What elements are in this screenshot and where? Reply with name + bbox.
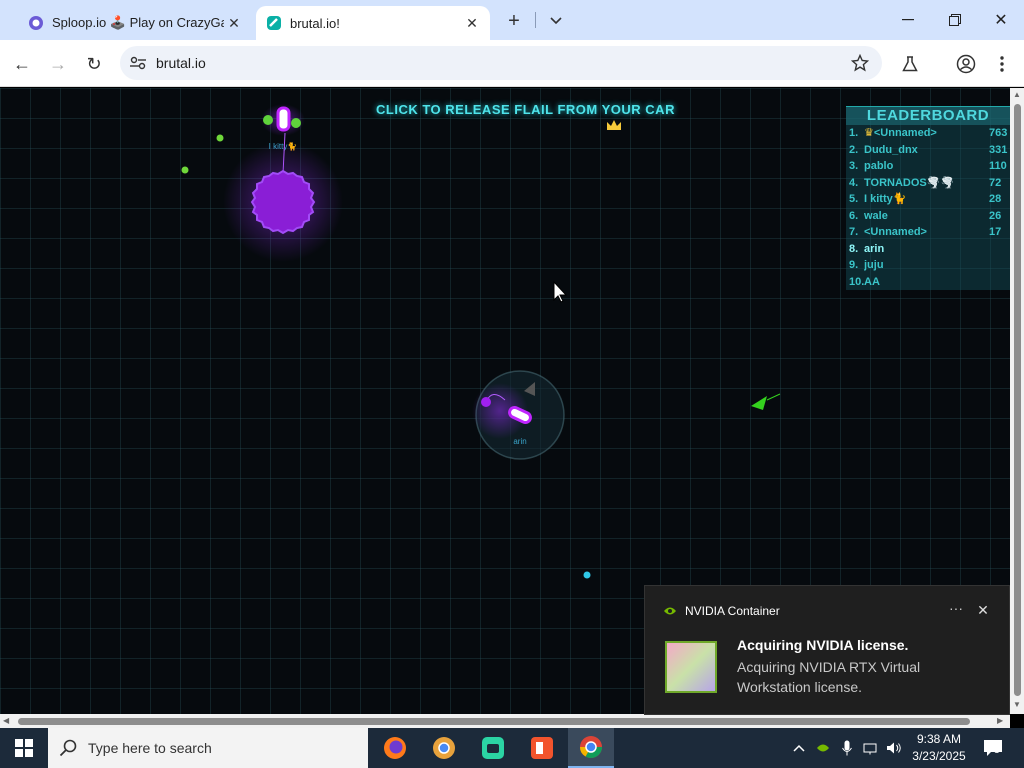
divider [535, 12, 536, 28]
enemy-flail [223, 142, 343, 262]
forward-arrow-icon[interactable]: → [44, 50, 72, 78]
nvidia-logo-icon [664, 607, 676, 615]
chrome-icon[interactable] [568, 728, 614, 768]
player-name-label: arin [513, 437, 526, 446]
vertical-scrollbar[interactable]: ▲ ▼ [1010, 88, 1024, 714]
leaderboard-row: 1. ♛<Unnamed> 763 [849, 127, 1008, 139]
leaderboard-row: 6. wale 26 [849, 209, 1002, 222]
volume-icon[interactable] [883, 728, 905, 768]
address-bar[interactable]: brutal.io [120, 46, 882, 80]
taskbar: Type here to search 9:38 AM 3/23/2025 3 [0, 728, 1024, 768]
reload-icon[interactable]: ↻ [80, 50, 108, 78]
chevron-up-icon[interactable] [788, 728, 810, 768]
food-dot [583, 571, 591, 579]
labs-flask-icon[interactable] [896, 50, 924, 78]
url-text: brutal.io [156, 55, 206, 71]
close-tab-icon[interactable]: ✕ [224, 13, 244, 33]
notification-center-icon[interactable]: 3 [980, 728, 1006, 768]
menu-kebab-icon[interactable] [988, 50, 1016, 78]
notification-count-badge: 3 [994, 745, 1000, 756]
scrollbar-thumb[interactable] [18, 718, 970, 725]
chrome-canary-icon[interactable] [421, 728, 467, 768]
mouse-cursor-icon [553, 280, 568, 303]
notification-app-name: NVIDIA Container [685, 604, 780, 618]
leaderboard-row: 2. Dudu_dnx 331 [849, 143, 1008, 156]
browser-toolbar: ← → ↻ brutal.io [0, 40, 1024, 87]
app-icon[interactable] [470, 728, 516, 768]
clock[interactable]: 9:38 AM 3/23/2025 [906, 731, 972, 765]
leaderboard-row-self: 8. arin [849, 242, 885, 255]
tab-sploop[interactable]: Sploop.io 🕹️ Play on CrazyGames ✕ [14, 6, 252, 40]
leaderboard-row: 5. I kitty🐈 28 [849, 193, 1002, 205]
tab-brutal[interactable]: brutal.io! ✕ [256, 6, 490, 40]
leaderboard-title: LEADERBOARD [846, 107, 1010, 125]
windows-start-icon[interactable] [0, 728, 48, 768]
brutal-favicon-icon [266, 15, 282, 31]
clock-date: 3/23/2025 [912, 749, 966, 763]
tab-strip: Sploop.io 🕹️ Play on CrazyGames ✕ brutal… [0, 0, 1024, 40]
tab-label: brutal.io! [290, 15, 340, 31]
close-tab-icon[interactable]: ✕ [462, 13, 482, 33]
more-options-icon[interactable]: ··· [949, 600, 963, 616]
clock-time: 9:38 AM [916, 732, 962, 746]
profile-icon[interactable] [952, 50, 980, 78]
search-icon [48, 739, 88, 757]
nvidia-tray-icon[interactable] [812, 728, 834, 768]
scrollbar-thumb[interactable] [1014, 104, 1021, 696]
scroll-up-icon[interactable]: ▲ [1013, 90, 1021, 99]
food-dot [216, 134, 224, 142]
tab-label: Sploop.io 🕹️ Play on CrazyGames [52, 15, 224, 30]
bookmark-star-icon[interactable] [850, 53, 870, 73]
food-dot [181, 166, 189, 174]
chevron-down-icon[interactable] [544, 9, 568, 33]
notification-body: Acquiring NVIDIA RTX Virtual Workstation… [737, 659, 921, 695]
network-icon[interactable] [860, 728, 882, 768]
scroll-left-icon[interactable]: ◀ [3, 716, 9, 725]
restore-icon[interactable] [941, 6, 969, 34]
leaderboard-row: 9. juju [849, 259, 884, 271]
scroll-right-icon[interactable]: ▶ [997, 716, 1003, 725]
enemy-car [261, 104, 305, 136]
microphone-icon[interactable] [836, 728, 858, 768]
food-triangle [751, 396, 767, 410]
leaderboard-row: 10. AA [849, 275, 880, 288]
notification-toast[interactable]: NVIDIA Container ··· ✕ Acquiring NVIDIA … [644, 585, 1010, 715]
notification-title: Acquiring NVIDIA license. [737, 637, 909, 653]
back-arrow-icon[interactable]: ← [8, 50, 36, 78]
close-window-icon[interactable]: ✕ [987, 6, 1015, 34]
leaderboard: LEADERBOARD 1. ♛<Unnamed> 763 2. Dudu_dnx 33… [846, 106, 1010, 290]
close-icon[interactable]: ✕ [973, 600, 993, 620]
leaderboard-row: 4. TORNADOS🌪️🌪️ 72 [849, 176, 1002, 189]
rectangle-app-icon[interactable] [519, 728, 565, 768]
crown-icon: ♛ [864, 127, 874, 139]
minimize-icon[interactable] [894, 6, 922, 34]
horizontal-scrollbar[interactable]: ◀ ▶ [0, 714, 1010, 728]
search-placeholder: Type here to search [88, 740, 212, 756]
taskbar-search[interactable]: Type here to search [48, 728, 368, 768]
scroll-down-icon[interactable]: ▼ [1013, 700, 1021, 709]
firefox-icon[interactable] [372, 728, 418, 768]
notification-image [665, 641, 717, 693]
sploop-favicon-icon [28, 15, 44, 31]
new-tab-icon[interactable]: + [502, 9, 526, 33]
leaderboard-row: 3. pablo 110 [849, 160, 1007, 172]
site-info-icon[interactable] [128, 56, 148, 70]
leaderboard-row: 7. <Unnamed> 17 [849, 226, 1002, 238]
